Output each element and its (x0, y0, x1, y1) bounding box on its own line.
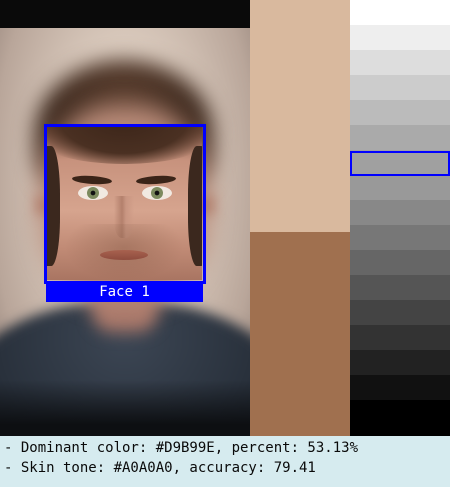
gray-step-6 (350, 125, 450, 150)
selected-tone-highlight (350, 151, 450, 176)
gray-step-11 (350, 250, 450, 275)
gray-step-15 (350, 350, 450, 375)
face-bounding-box (44, 124, 206, 284)
grayscale-tone-scale (350, 0, 450, 436)
photo-bottom-shade (0, 380, 250, 436)
photo-top-bar (0, 0, 250, 28)
info-panel: - Dominant color: #D9B99E, percent: 53.1… (0, 436, 450, 487)
color-swatch-2 (250, 232, 350, 436)
gray-step-5 (350, 100, 450, 125)
gray-step-3 (350, 50, 450, 75)
gray-step-8 (350, 175, 450, 200)
gray-step-1 (350, 0, 450, 25)
gray-step-13 (350, 300, 450, 325)
gray-step-12 (350, 275, 450, 300)
gray-step-14 (350, 325, 450, 350)
dominant-color-text: - Dominant color: #D9B99E, percent: 53.1… (4, 440, 359, 456)
dominant-color-swatches (250, 0, 350, 436)
gray-step-10 (350, 225, 450, 250)
skin-tone-text: - Skin tone: #A0A0A0, accuracy: 79.41 (4, 460, 316, 476)
gray-step-4 (350, 75, 450, 100)
gray-step-16 (350, 375, 450, 400)
face-label: Face 1 (46, 282, 203, 302)
gray-step-17 (350, 400, 450, 436)
color-swatch-1 (250, 0, 350, 232)
gray-step-9 (350, 200, 450, 225)
gray-step-2 (350, 25, 450, 50)
